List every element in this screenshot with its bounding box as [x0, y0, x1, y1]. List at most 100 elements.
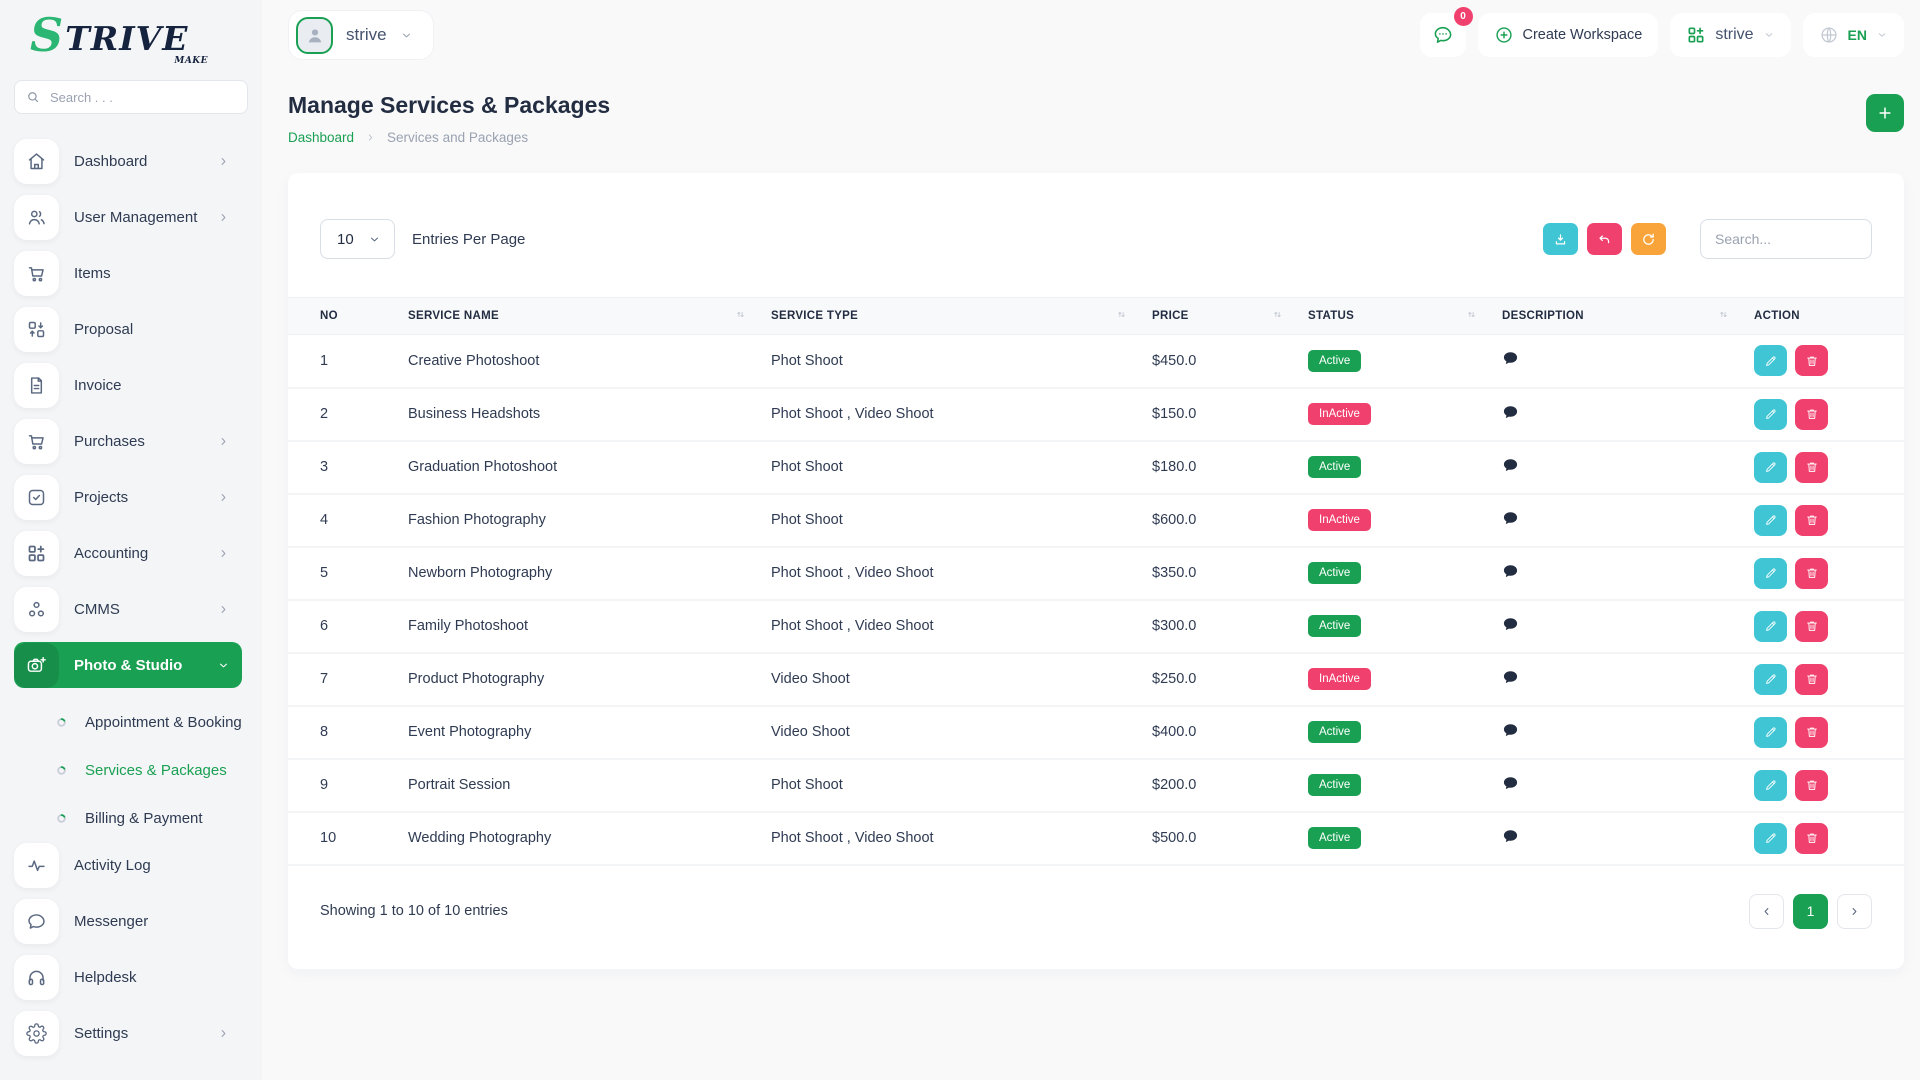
delete-button[interactable]	[1795, 558, 1828, 589]
sidebar-item-label: Settings	[74, 1025, 217, 1042]
refresh-button[interactable]	[1631, 223, 1666, 255]
breadcrumb-dashboard-link[interactable]: Dashboard	[288, 130, 354, 145]
home-icon	[14, 139, 59, 184]
cell-service-name: Family Photoshoot	[408, 600, 771, 653]
column-header-service-name[interactable]: SERVICE NAME	[408, 298, 771, 335]
edit-button[interactable]	[1754, 452, 1787, 483]
description-bubble-icon[interactable]	[1502, 404, 1519, 421]
delete-button[interactable]	[1795, 823, 1828, 854]
sidebar-item-invoice[interactable]: Invoice	[14, 362, 242, 408]
chevron-right-icon	[217, 603, 230, 616]
column-header-service-type[interactable]: SERVICE TYPE	[771, 298, 1152, 335]
sidebar-item-photo-studio[interactable]: Photo & Studio	[14, 642, 242, 688]
pagination-page-1[interactable]: 1	[1793, 894, 1828, 929]
sidebar-item-helpdesk[interactable]: Helpdesk	[14, 954, 242, 1000]
sidebar-item-user-management[interactable]: User Management	[14, 194, 242, 240]
edit-button[interactable]	[1754, 770, 1787, 801]
edit-button[interactable]	[1754, 823, 1787, 854]
file-icon	[14, 363, 59, 408]
sidebar-search-input[interactable]	[48, 89, 236, 106]
delete-button[interactable]	[1795, 345, 1828, 376]
entries-per-page-select[interactable]: 10	[320, 219, 395, 259]
sidebar-subitem-appointment-booking[interactable]: Appointment & Booking	[14, 698, 262, 746]
sidebar-item-activity-log[interactable]: Activity Log	[14, 842, 242, 888]
cart-icon	[14, 419, 59, 464]
column-header-label: SERVICE TYPE	[771, 310, 858, 322]
chevron-left-icon	[1760, 905, 1773, 918]
column-header-price[interactable]: PRICE	[1152, 298, 1308, 335]
sidebar-item-accounting[interactable]: Accounting	[14, 530, 242, 576]
column-header-status[interactable]: STATUS	[1308, 298, 1502, 335]
add-service-button[interactable]	[1866, 94, 1904, 132]
delete-button[interactable]	[1795, 664, 1828, 695]
description-bubble-icon[interactable]	[1502, 350, 1519, 367]
chat-button[interactable]: 0	[1420, 13, 1466, 57]
user-menu[interactable]: strive	[288, 10, 434, 60]
sidebar-subitem-billing-payment[interactable]: Billing & Payment	[14, 794, 262, 842]
pagination-next-button[interactable]	[1837, 894, 1872, 929]
table-row: 8Event PhotographyVideo Shoot$400.0Activ…	[288, 706, 1904, 759]
sidebar-item-messenger[interactable]: Messenger	[14, 898, 242, 944]
activity-icon	[14, 843, 59, 888]
users-icon	[14, 195, 59, 240]
edit-button[interactable]	[1754, 664, 1787, 695]
sidebar-item-cmms[interactable]: CMMS	[14, 586, 242, 632]
description-bubble-icon[interactable]	[1502, 510, 1519, 527]
table-search-input[interactable]	[1700, 219, 1872, 259]
edit-button[interactable]	[1754, 399, 1787, 430]
delete-button[interactable]	[1795, 717, 1828, 748]
sidebar-item-items[interactable]: Items	[14, 250, 242, 296]
undo-button[interactable]	[1587, 223, 1622, 255]
cell-status: Active	[1308, 335, 1502, 388]
cell-description	[1502, 441, 1754, 494]
create-workspace-button[interactable]: Create Workspace	[1478, 13, 1659, 57]
edit-button[interactable]	[1754, 345, 1787, 376]
sidebar-item-label: User Management	[74, 209, 217, 226]
cell-service-type: Phot Shoot , Video Shoot	[771, 388, 1152, 441]
sidebar-item-projects[interactable]: Projects	[14, 474, 242, 520]
cell-status: InActive	[1308, 388, 1502, 441]
delete-button[interactable]	[1795, 770, 1828, 801]
app-logo: S TRIVE MAKE	[30, 16, 208, 66]
cell-service-name: Product Photography	[408, 653, 771, 706]
sidebar-item-proposal[interactable]: Proposal	[14, 306, 242, 352]
sidebar-item-dashboard[interactable]: Dashboard	[14, 138, 242, 184]
delete-button[interactable]	[1795, 452, 1828, 483]
description-bubble-icon[interactable]	[1502, 669, 1519, 686]
circles-icon	[14, 587, 59, 632]
cell-action	[1754, 600, 1904, 653]
sidebar-item-label: Items	[74, 265, 230, 282]
export-button[interactable]	[1543, 223, 1578, 255]
page-title: Manage Services & Packages	[288, 92, 610, 119]
logo-text: TRIVE	[65, 22, 188, 55]
edit-button[interactable]	[1754, 717, 1787, 748]
chevron-down-icon	[368, 233, 381, 246]
edit-button[interactable]	[1754, 558, 1787, 589]
sidebar-item-purchases[interactable]: Purchases	[14, 418, 242, 464]
description-bubble-icon[interactable]	[1502, 775, 1519, 792]
description-bubble-icon[interactable]	[1502, 722, 1519, 739]
workspace-selector[interactable]: strive	[1670, 13, 1790, 57]
column-header-description[interactable]: DESCRIPTION	[1502, 298, 1754, 335]
pagination-prev-button[interactable]	[1749, 894, 1784, 929]
sidebar-item-settings[interactable]: Settings	[14, 1010, 242, 1056]
description-bubble-icon[interactable]	[1502, 457, 1519, 474]
language-selector[interactable]: EN	[1803, 13, 1904, 57]
delete-button[interactable]	[1795, 611, 1828, 642]
cell-service-type: Phot Shoot	[771, 441, 1152, 494]
sidebar-subitem-label: Appointment & Booking	[85, 714, 242, 731]
plus-icon	[1876, 104, 1894, 122]
headphones-icon	[14, 955, 59, 1000]
delete-button[interactable]	[1795, 399, 1828, 430]
cell-service-type: Phot Shoot , Video Shoot	[771, 600, 1152, 653]
cell-description	[1502, 547, 1754, 600]
sidebar-item-label: Messenger	[74, 913, 230, 930]
description-bubble-icon[interactable]	[1502, 828, 1519, 845]
edit-button[interactable]	[1754, 611, 1787, 642]
description-bubble-icon[interactable]	[1502, 563, 1519, 580]
description-bubble-icon[interactable]	[1502, 616, 1519, 633]
delete-button[interactable]	[1795, 505, 1828, 536]
edit-button[interactable]	[1754, 505, 1787, 536]
gear-icon	[14, 1011, 59, 1056]
sidebar-subitem-services-packages[interactable]: Services & Packages	[14, 746, 262, 794]
